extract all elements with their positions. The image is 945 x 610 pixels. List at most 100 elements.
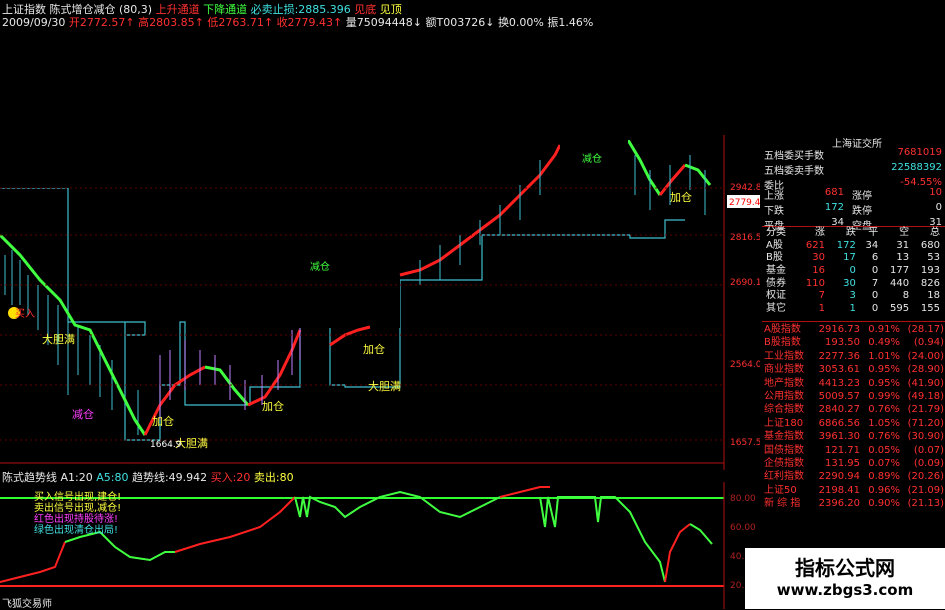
limit-down-value: 0 bbox=[935, 202, 942, 213]
index-list-item: 地产指数 4413.23 0.95% (41.90) bbox=[764, 377, 944, 390]
annotation-low-price: 1664.9 bbox=[150, 440, 182, 450]
table-cell: 7 bbox=[871, 277, 879, 289]
index-cell: (21.79) bbox=[907, 404, 944, 416]
up-value: 681 bbox=[824, 187, 844, 198]
indicator-green-2 bbox=[294, 490, 501, 519]
index-cell: 公用指数 bbox=[764, 391, 804, 403]
indicator-red-4 bbox=[664, 523, 691, 583]
col-header: 分类 bbox=[766, 227, 786, 239]
index-cell: 2916.73 bbox=[818, 324, 860, 335]
table-cell: 193 bbox=[920, 265, 940, 277]
site-watermark: 指标公式网 www.zbgs3.com bbox=[745, 548, 945, 609]
up-label: 上涨 bbox=[764, 191, 784, 202]
index-cell: (24.00) bbox=[907, 350, 944, 362]
amplitude-readout: 振1.46% bbox=[547, 16, 594, 29]
index-cell: 3961.30 bbox=[818, 431, 860, 443]
chart-header-line2: 2009/09/30 开2772.57↑ 高2803.85↑ 低2763.71↑… bbox=[2, 14, 593, 30]
table-cell: 172 bbox=[836, 239, 856, 251]
price-label-1: 2942.8 bbox=[730, 183, 760, 193]
table-cell: 177 bbox=[890, 265, 910, 277]
current-price: 2779.4 bbox=[729, 198, 760, 208]
index-cell: 6866.56 bbox=[818, 417, 860, 429]
order-stats: 五档委买手数 7681019 五档委卖手数 22588392 委比 -54.55% bbox=[764, 147, 942, 192]
index-cell: 4413.23 bbox=[818, 377, 860, 389]
index-cell: 0.95% bbox=[868, 364, 900, 376]
buy-orders-value: 7681019 bbox=[897, 147, 942, 158]
table-cell: 3 bbox=[849, 290, 856, 302]
sell-orders-label: 五档委卖手数 bbox=[764, 166, 824, 177]
table-cell: 6 bbox=[871, 252, 879, 264]
table-row: 债券 110 30 7 440 826 bbox=[764, 277, 942, 290]
open-readout: 开2772.57↑ bbox=[68, 16, 135, 29]
table-cell: 440 bbox=[890, 277, 910, 289]
index-cell: (49.18) bbox=[907, 391, 944, 403]
limit-up-label: 涨停 bbox=[852, 191, 872, 202]
indicator-green-1 bbox=[64, 530, 175, 562]
price-label-5: 1657.5 bbox=[730, 438, 760, 448]
index-list-item: 国债指数 121.71 0.05% (0.07) bbox=[764, 444, 944, 457]
table-cell: 595 bbox=[890, 302, 910, 314]
annotation-jiacang-2: 加仓 bbox=[262, 399, 284, 413]
table-cell: 0 bbox=[871, 265, 879, 277]
index-cell: (41.90) bbox=[907, 377, 944, 389]
table-cell: 1 bbox=[849, 302, 856, 314]
index-cell: 0.76% bbox=[868, 431, 900, 443]
index-cell: 0.76% bbox=[868, 404, 900, 416]
index-cell: 综合指数 bbox=[764, 404, 804, 416]
annotation-jiancang-green-2: 减仓 bbox=[582, 152, 602, 165]
down-value: 172 bbox=[824, 202, 844, 213]
table-cell: B股 bbox=[766, 252, 783, 264]
table-cell: 680 bbox=[920, 239, 940, 251]
table-cell: 621 bbox=[805, 239, 825, 251]
indicator-green-4 bbox=[689, 523, 713, 545]
index-list-item: 商业指数 3053.61 0.95% (28.90) bbox=[764, 363, 944, 376]
legend-sell: 卖出信号出现,减仓! bbox=[34, 503, 122, 514]
volume-readout: 量75094448↓ bbox=[345, 16, 422, 29]
main-price-chart[interactable]: 大胆满 减仓 加仓 大胆满 1664.9 加仓 加仓 大胆满 加仓 减仓 减仓 … bbox=[0, 135, 760, 470]
index-cell: 商业指数 bbox=[764, 364, 804, 376]
index-cell: 新 综 指 bbox=[764, 498, 801, 510]
table-cell: 18 bbox=[927, 290, 940, 302]
table-cell: 16 bbox=[812, 265, 825, 277]
index-list-item: 红利指数 2290.94 0.89% (20.26) bbox=[764, 470, 944, 483]
index-cell: 5009.57 bbox=[818, 391, 860, 403]
index-cell: 0.89% bbox=[868, 471, 900, 483]
index-cell: 0.95% bbox=[868, 377, 900, 389]
level-label-80: 80.00 bbox=[730, 494, 756, 504]
index-list-item: 上证180 6866.56 1.05% (71.20) bbox=[764, 417, 944, 430]
index-list-item: A股指数 2916.73 0.91% (28.17) bbox=[764, 323, 944, 336]
annotation-jiancang-green-1: 减仓 bbox=[310, 260, 330, 273]
index-cell: 2290.94 bbox=[818, 471, 860, 483]
index-cell: (20.26) bbox=[907, 471, 944, 483]
index-cell: 工业指数 bbox=[764, 350, 804, 362]
index-cell: 131.95 bbox=[825, 458, 860, 470]
index-list-item: 新 综 指 2396.20 0.90% (21.13) bbox=[764, 497, 944, 510]
table-row: 基金 16 0 0 177 193 bbox=[764, 265, 942, 278]
amount-readout: 额T003726↓ bbox=[425, 16, 495, 29]
index-cell: (0.07) bbox=[913, 444, 944, 456]
index-list-item: 基金指数 3961.30 0.76% (30.90) bbox=[764, 430, 944, 443]
col-header: 涨 bbox=[814, 227, 825, 239]
index-cell: (0.09) bbox=[913, 458, 944, 470]
table-cell: A股 bbox=[766, 239, 783, 251]
table-cell: 0 bbox=[871, 302, 879, 314]
table-cell: 17 bbox=[843, 252, 856, 264]
index-cell: 红利指数 bbox=[764, 471, 804, 483]
col-header: 跌 bbox=[845, 227, 856, 239]
index-cell: 193.50 bbox=[825, 337, 860, 349]
table-row: 其它 1 1 0 595 155 bbox=[764, 303, 942, 316]
index-cell: 3053.61 bbox=[818, 364, 860, 376]
index-list: A股指数 2916.73 0.91% (28.17) B股指数 193.50 0.49% (0… bbox=[764, 323, 944, 511]
table-cell: 1 bbox=[818, 302, 825, 314]
category-table: 分类 涨 跌 平 空 总 A股 621 172 34 31 680 B股 30 17 6 13 53… bbox=[764, 227, 942, 315]
index-cell: (30.90) bbox=[907, 431, 944, 443]
table-cell: 13 bbox=[896, 252, 910, 264]
index-cell: 0.07% bbox=[868, 458, 900, 470]
level-label-60: 60.00 bbox=[730, 523, 756, 533]
table-cell: 30 bbox=[812, 252, 825, 264]
index-cell: 0.96% bbox=[868, 484, 900, 496]
limit-up-value: 10 bbox=[929, 187, 942, 198]
close-readout: 收2779.43↑ bbox=[276, 16, 343, 29]
annotation-jiancang-1: 减仓 bbox=[72, 407, 94, 421]
index-list-item: 工业指数 2277.36 1.01% (24.00) bbox=[764, 350, 944, 363]
